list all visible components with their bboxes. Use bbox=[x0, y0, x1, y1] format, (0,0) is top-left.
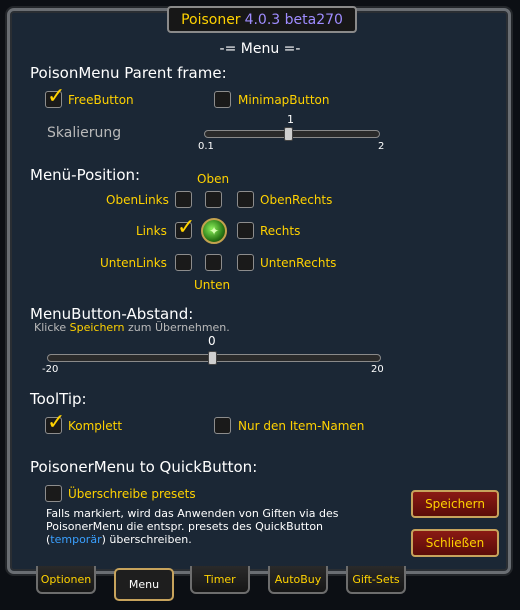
overwrite-presets-label: Überschreibe presets bbox=[68, 487, 196, 501]
position-oben-checkbox[interactable] bbox=[205, 191, 222, 208]
title-name: Poisoner bbox=[181, 11, 241, 28]
tooltip-complete-checkbox[interactable] bbox=[45, 410, 65, 435]
tooltip-complete-label: Komplett bbox=[68, 419, 123, 433]
position-links-checkbox[interactable] bbox=[175, 215, 195, 240]
free-button-label: FreeButton bbox=[68, 93, 134, 107]
position-rechts-checkbox[interactable] bbox=[237, 222, 254, 239]
note-temporary: temporär bbox=[50, 533, 102, 546]
tab-gift-sets[interactable]: Gift-Sets bbox=[346, 566, 406, 594]
tooltip-title: ToolTip: bbox=[30, 390, 87, 408]
tab-menu[interactable]: Menu bbox=[114, 568, 174, 601]
tab-optionen[interactable]: Optionen bbox=[36, 566, 96, 594]
position-untenrechts-label: UntenRechts bbox=[260, 256, 337, 270]
minimap-button-label: MinimapButton bbox=[238, 93, 330, 107]
minimap-button-checkbox[interactable] bbox=[214, 91, 231, 108]
hint-post: zum Übernehmen. bbox=[128, 321, 230, 334]
note-line-1: Falls markiert, wird das Anwenden von Gi… bbox=[46, 507, 339, 520]
tab-autobuy[interactable]: AutoBuy bbox=[268, 566, 328, 594]
save-button[interactable]: Speichern bbox=[411, 490, 499, 518]
hint-pre: Klicke bbox=[34, 321, 67, 334]
overwrite-presets-checkbox[interactable] bbox=[45, 485, 62, 502]
note-line-2: PoisonerMenu die entspr. presets des Qui… bbox=[46, 520, 324, 533]
poison-orb-icon: ✦ bbox=[201, 218, 227, 244]
scale-max: 2 bbox=[378, 141, 385, 152]
tab-timer[interactable]: Timer bbox=[190, 566, 250, 594]
note-line-3-rest: ) überschreiben. bbox=[101, 533, 192, 546]
position-obenlinks-label: ObenLinks bbox=[106, 193, 169, 207]
distance-max: 20 bbox=[371, 364, 384, 375]
distance-slider-thumb[interactable] bbox=[208, 351, 217, 365]
menu-heading: -= Menu =- bbox=[219, 41, 301, 57]
tooltip-itemnames-label: Nur den Item-Namen bbox=[238, 419, 365, 433]
distance-value: 0 bbox=[208, 334, 216, 348]
menu-position-title: Menü-Position: bbox=[30, 166, 141, 184]
window-title[interactable]: Poisoner 4.0.3 beta270 bbox=[167, 6, 357, 33]
parent-frame-title: PoisonMenu Parent frame: bbox=[30, 64, 227, 82]
quickbutton-title: PoisonerMenu to QuickButton: bbox=[30, 458, 258, 476]
tooltip-itemnames-checkbox[interactable] bbox=[214, 417, 231, 434]
scale-value: 1 bbox=[287, 113, 294, 126]
position-oben-label: Oben bbox=[197, 172, 230, 186]
title-version: 4.0.3 beta270 bbox=[244, 11, 343, 28]
position-untenlinks-checkbox[interactable] bbox=[175, 254, 192, 271]
position-untenlinks-label: UntenLinks bbox=[100, 256, 167, 270]
position-obenrechts-checkbox[interactable] bbox=[237, 191, 254, 208]
close-button[interactable]: Schließen bbox=[411, 529, 499, 557]
position-links-label: Links bbox=[136, 224, 167, 238]
hint-action: Speichern bbox=[69, 321, 125, 334]
quickbutton-note: Falls markiert, wird das Anwenden von Gi… bbox=[46, 507, 416, 546]
note-line-3: (temporär) überschreiben. bbox=[46, 533, 416, 546]
scale-min: 0.1 bbox=[198, 141, 214, 152]
position-untenrechts-checkbox[interactable] bbox=[237, 254, 254, 271]
free-button-checkbox[interactable] bbox=[45, 84, 65, 109]
position-rechts-label: Rechts bbox=[260, 224, 301, 238]
scale-label: Skalierung bbox=[47, 125, 122, 141]
position-obenlinks-checkbox[interactable] bbox=[175, 191, 192, 208]
position-unten-label: Unten bbox=[194, 278, 231, 292]
position-obenrechts-label: ObenRechts bbox=[260, 193, 333, 207]
position-unten-checkbox[interactable] bbox=[205, 254, 222, 271]
scale-slider-thumb[interactable] bbox=[284, 127, 293, 141]
distance-min: -20 bbox=[42, 364, 59, 375]
button-distance-hint: Klicke Speichern zum Übernehmen. bbox=[34, 321, 230, 334]
